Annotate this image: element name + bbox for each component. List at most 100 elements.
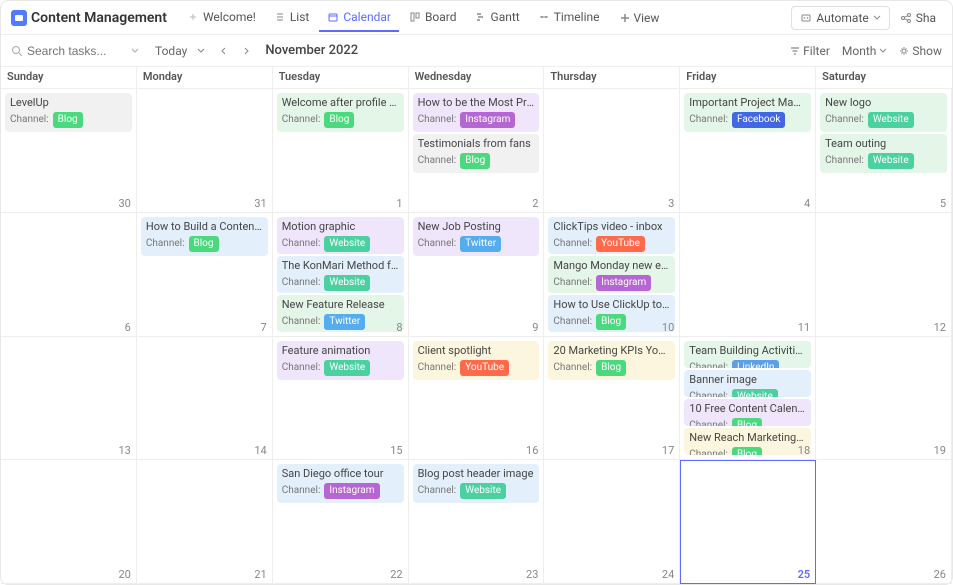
event-card[interactable]: LevelUp Channel: Blog (5, 93, 132, 132)
share-label: Sha (916, 11, 936, 25)
event-card[interactable]: Motion graphic Channel: Website (277, 217, 404, 254)
calendar-cell[interactable]: Team Building Activities: 25 Ex Channel:… (680, 337, 816, 461)
view-tab-gantt[interactable]: Gantt (467, 4, 528, 32)
prev-month-button[interactable] (215, 42, 233, 60)
channel-chip: Website (868, 153, 914, 169)
view-tab-board[interactable]: Board (401, 4, 465, 32)
calendar-cell[interactable]: 26 (816, 460, 952, 584)
event-channel-label: Channel: (553, 276, 592, 290)
event-card[interactable]: Important Project Management Channel: Fa… (684, 93, 811, 132)
date-label: 11 (798, 321, 810, 334)
channel-chip: Blog (53, 112, 83, 128)
automate-button[interactable]: Automate (791, 6, 889, 30)
event-card[interactable]: New Feature Release Channel: Twitter (277, 295, 404, 332)
date-label: 16 (526, 444, 538, 457)
event-card[interactable]: Team outing Channel: Website (820, 134, 947, 173)
event-card[interactable]: New Job Posting Channel: Twitter (413, 217, 540, 256)
calendar-cell[interactable]: New logo Channel: Website Team outing Ch… (816, 89, 952, 213)
event-card[interactable]: Banner image Channel: Website (684, 370, 811, 397)
event-card[interactable]: Welcome after profile sign-up Channel: B… (277, 93, 404, 132)
event-card[interactable]: Testimonials from fans Channel: Blog (413, 134, 540, 173)
timeline-icon (538, 11, 550, 23)
calendar-cell[interactable]: LevelUp Channel: Blog 30 (1, 89, 137, 213)
calendar-cell[interactable]: 21 (137, 460, 273, 584)
calendar-cell[interactable]: Welcome after profile sign-up Channel: B… (273, 89, 409, 213)
event-title: Mango Monday new employee (553, 259, 670, 273)
day-header: Tuesday (273, 67, 409, 88)
today-button[interactable]: Today (149, 42, 193, 60)
calendar-cell[interactable]: 3 (544, 89, 680, 213)
date-label: 26 (934, 568, 946, 581)
show-button[interactable]: Show (899, 44, 942, 58)
calendar-cell[interactable]: San Diego office tour Channel: Instagram… (273, 460, 409, 584)
channel-chip: Website (324, 236, 370, 252)
calendar-cell[interactable]: New Job Posting Channel: Twitter 9 (409, 213, 545, 337)
event-title: New Reach Marketing: How ClickUp (689, 431, 806, 445)
date-label: 30 (118, 197, 130, 210)
event-card[interactable]: New Reach Marketing: How ClickUp Channel… (684, 428, 811, 455)
event-card[interactable]: Mango Monday new employee Channel: Insta… (548, 256, 675, 293)
event-title: ClickTips video - inbox (553, 220, 670, 234)
event-title: How to be the Most Productive (418, 96, 535, 110)
event-card[interactable]: San Diego office tour Channel: Instagram (277, 464, 404, 503)
view-tab-welcome[interactable]: Welcome! (179, 4, 264, 32)
search-input[interactable] (27, 44, 127, 58)
event-card[interactable]: Blog post header image Channel: Website (413, 464, 540, 503)
event-channel-label: Channel: (418, 113, 457, 127)
calendar-cell[interactable]: How to be the Most Productive Channel: I… (409, 89, 545, 213)
calendar-cell[interactable]: Important Project Management Channel: Fa… (680, 89, 816, 213)
calendar-cell[interactable]: How to Build a Content Creation Channel:… (137, 213, 273, 337)
month-nav (215, 42, 255, 60)
event-card[interactable]: New logo Channel: Website (820, 93, 947, 132)
calendar-cell[interactable]: Feature animation Channel: Website 15 (273, 337, 409, 461)
search-icon (11, 45, 23, 57)
board-icon (409, 11, 421, 23)
event-card[interactable]: Feature animation Channel: Website (277, 341, 404, 380)
event-card[interactable]: How to be the Most Productive Channel: I… (413, 93, 540, 132)
date-label: 21 (254, 568, 266, 581)
calendar-cell[interactable]: Motion graphic Channel: Website The KonM… (273, 213, 409, 337)
view-tab-timeline[interactable]: Timeline (530, 4, 608, 32)
search-box[interactable] (11, 44, 139, 58)
view-tab-list[interactable]: List (266, 4, 318, 32)
event-card[interactable]: 20 Marketing KPIs You Need to Channel: B… (548, 341, 675, 380)
next-month-button[interactable] (237, 42, 255, 60)
event-card[interactable]: Team Building Activities: 25 Ex Channel:… (684, 341, 811, 368)
channel-chip: Website (732, 389, 778, 397)
event-title: The KonMari Method for Projects (282, 259, 399, 273)
calendar-cell[interactable]: 19 (816, 337, 952, 461)
event-card[interactable]: ClickTips video - inbox Channel: YouTube (548, 217, 675, 254)
event-title: 20 Marketing KPIs You Need to (553, 344, 670, 358)
calendar-cell[interactable]: 6 (1, 213, 137, 337)
calendar-cell[interactable]: Blog post header image Channel: Website … (409, 460, 545, 584)
period-select[interactable]: Month (842, 44, 887, 58)
calendar-cell[interactable]: 24 (544, 460, 680, 584)
event-card[interactable]: How to Build a Content Creation Channel:… (141, 217, 268, 256)
event-card[interactable]: Client spotlight Channel: YouTube (413, 341, 540, 380)
day-header: Monday (137, 67, 273, 88)
filter-button[interactable]: Filter (790, 44, 830, 58)
add-view-button[interactable]: View (612, 5, 668, 31)
calendar-cell[interactable]: 13 (1, 337, 137, 461)
date-label: 13 (118, 444, 130, 457)
view-tab-calendar[interactable]: Calendar (319, 4, 399, 32)
share-button[interactable]: Sha (894, 7, 942, 29)
calendar-cell[interactable]: 31 (137, 89, 273, 213)
calendar-cell[interactable]: 25 (680, 460, 816, 584)
calendar-cell[interactable]: 20 Marketing KPIs You Need to Channel: B… (544, 337, 680, 461)
event-card[interactable]: How to Use ClickUp to Succeed Channel: B… (548, 295, 675, 332)
calendar-cell[interactable]: 14 (137, 337, 273, 461)
date-label: 14 (254, 444, 266, 457)
calendar-cell[interactable]: 11 (680, 213, 816, 337)
date-label: 8 (396, 321, 402, 334)
calendar-cell[interactable]: 12 (816, 213, 952, 337)
calendar-cell[interactable]: ClickTips video - inbox Channel: YouTube… (544, 213, 680, 337)
event-title: LevelUp (10, 96, 127, 110)
event-card[interactable]: The KonMari Method for Projects Channel:… (277, 256, 404, 293)
event-channel-label: Channel: (689, 419, 728, 426)
event-title: How to Use ClickUp to Succeed (553, 298, 670, 312)
event-card[interactable]: 10 Free Content Calendar Templates Chann… (684, 399, 811, 426)
calendar-cell[interactable]: Client spotlight Channel: YouTube 16 (409, 337, 545, 461)
event-title: San Diego office tour (282, 467, 399, 481)
calendar-cell[interactable]: 20 (1, 460, 137, 584)
